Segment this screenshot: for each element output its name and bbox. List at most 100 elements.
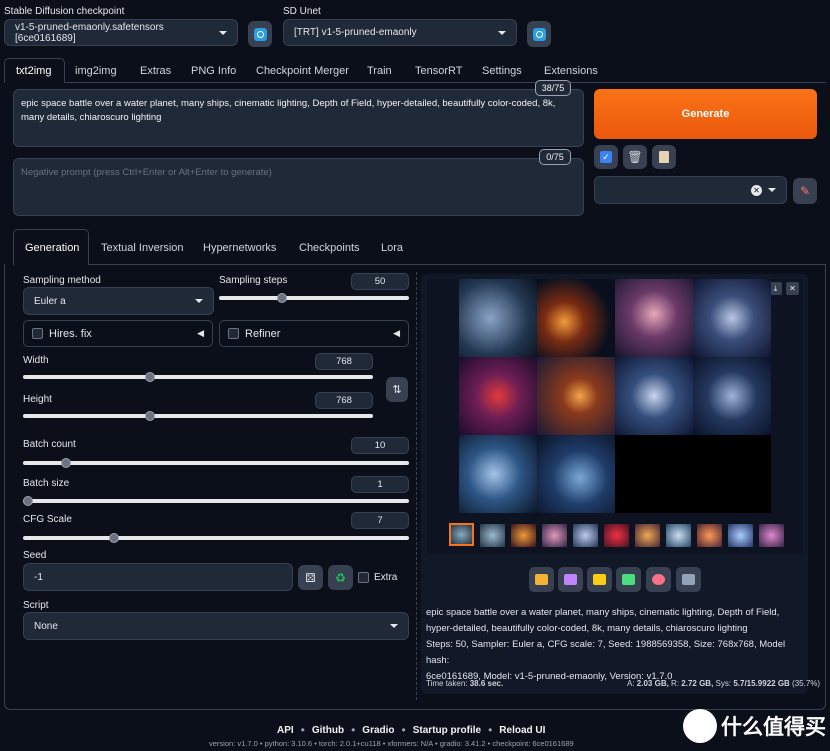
footer-link-github[interactable]: Github — [312, 725, 344, 736]
info-params-line: Steps: 50, Sampler: Euler a, CFG scale: … — [426, 639, 786, 666]
sampling-method-label: Sampling method — [23, 275, 101, 286]
checkpoint-select[interactable]: v1-5-pruned-emaonly.safetensors [6ce0161… — [4, 19, 238, 46]
subtab-checkpoints[interactable]: Checkpoints — [299, 242, 360, 254]
clipboard-icon — [659, 151, 669, 163]
sampling-steps-label: Sampling steps — [219, 275, 288, 286]
chevron-down-icon — [498, 30, 506, 35]
thumbnail[interactable] — [666, 524, 691, 547]
batch-size-label: Batch size — [23, 478, 70, 489]
unet-select[interactable]: [TRT] v1-5-pruned-emaonly — [283, 19, 517, 46]
send-to-img2img-button[interactable] — [616, 567, 641, 592]
refiner-checkbox[interactable] — [228, 328, 239, 339]
clear-icon[interactable]: ✕ — [751, 184, 762, 196]
generate-button[interactable]: Generate — [594, 89, 817, 139]
thumbnail[interactable] — [511, 524, 536, 547]
thumbnail[interactable] — [573, 524, 598, 547]
thumbnail[interactable] — [604, 524, 629, 547]
footer-link-api[interactable]: API — [277, 725, 294, 736]
width-input[interactable]: 768 — [315, 353, 373, 370]
subtab-textual-inversion[interactable]: Textual Inversion — [101, 242, 184, 254]
clear-prompt-button[interactable]: 🗑 — [623, 145, 647, 169]
footer-link-startup-profile[interactable]: Startup profile — [413, 725, 481, 736]
styles-select[interactable]: ✕ — [594, 176, 787, 204]
trash-icon: 🗑 — [627, 150, 643, 164]
thumbnail[interactable] — [449, 523, 474, 546]
thumbnail[interactable] — [480, 524, 505, 547]
random-seed-button[interactable]: ⚄ — [298, 565, 323, 590]
sampling-method-value: Euler a — [34, 295, 66, 307]
extra-checkbox-group[interactable]: Extra — [358, 572, 397, 583]
height-input[interactable]: 768 — [315, 392, 373, 409]
send-to-extras-button[interactable] — [676, 567, 701, 592]
folder-icon — [535, 574, 548, 585]
sampling-steps-input[interactable]: 50 — [351, 273, 409, 290]
slider-knob[interactable] — [60, 458, 71, 468]
thumbnail[interactable] — [542, 524, 567, 547]
tab-img2img[interactable]: img2img — [75, 65, 117, 77]
batch-size-input[interactable]: 1 — [351, 476, 409, 493]
tab-extensions[interactable]: Extensions — [544, 65, 598, 77]
hires-fix-accordion[interactable]: Hires. fix ◀ — [23, 320, 213, 347]
open-folder-button[interactable] — [529, 567, 554, 592]
tab-txt2img[interactable]: txt2img — [16, 65, 51, 77]
cfg-scale-label: CFG Scale — [23, 514, 72, 525]
triangle-ruler-icon — [682, 574, 695, 585]
output-grid-image[interactable] — [459, 279, 771, 513]
cfg-scale-slider[interactable] — [23, 533, 409, 543]
seed-value: -1 — [34, 571, 43, 583]
watermark-logo: 什么值得买 — [660, 706, 826, 746]
thumbnail[interactable] — [728, 524, 753, 547]
extra-checkbox[interactable] — [358, 572, 369, 583]
subtab-lora[interactable]: Lora — [381, 242, 403, 254]
hires-fix-label: Hires. fix — [49, 327, 92, 340]
refresh-unet-button[interactable] — [527, 21, 551, 47]
close-icon[interactable]: ✕ — [786, 282, 799, 295]
tab-train[interactable]: Train — [367, 65, 392, 77]
cfg-scale-input[interactable]: 7 — [351, 512, 409, 529]
seed-input[interactable]: -1 — [23, 563, 293, 591]
paste-button[interactable] — [652, 145, 676, 169]
slider-knob[interactable] — [23, 496, 33, 506]
tab-checkpoint-merger[interactable]: Checkpoint Merger — [256, 65, 349, 77]
width-slider[interactable] — [23, 372, 373, 382]
send-to-inpaint-button[interactable] — [646, 567, 671, 592]
batch-size-slider[interactable] — [23, 496, 409, 506]
footer-link-reload-ui[interactable]: Reload UI — [499, 725, 545, 736]
chevron-down-icon — [219, 30, 227, 35]
seed-label: Seed — [23, 550, 47, 561]
hires-fix-checkbox[interactable] — [32, 328, 43, 339]
reuse-seed-button[interactable]: ♻ — [328, 565, 353, 590]
tab-extras[interactable]: Extras — [140, 65, 171, 77]
archive-icon — [593, 574, 606, 585]
negative-prompt-input[interactable]: Negative prompt (press Ctrl+Enter or Alt… — [13, 158, 584, 216]
checkpoint-label: Stable Diffusion checkpoint — [4, 6, 125, 17]
zip-button[interactable] — [587, 567, 612, 592]
thumbnail[interactable] — [697, 524, 722, 547]
subtab-hypernetworks[interactable]: Hypernetworks — [203, 242, 276, 254]
batch-count-label: Batch count — [23, 439, 76, 450]
tab-png-info[interactable]: PNG Info — [191, 65, 236, 77]
refiner-accordion[interactable]: Refiner ◀ — [219, 320, 409, 347]
show-extra-networks-button[interactable]: ✓ — [594, 145, 618, 169]
slider-knob[interactable] — [276, 293, 287, 303]
thumbnail[interactable] — [759, 524, 784, 547]
subtab-generation[interactable]: Generation — [25, 242, 79, 254]
thumbnail[interactable] — [635, 524, 660, 547]
batch-count-slider[interactable] — [23, 458, 409, 468]
edit-styles-button[interactable]: ✎ — [793, 178, 817, 204]
batch-count-input[interactable]: 10 — [351, 437, 409, 454]
sampling-steps-slider[interactable] — [219, 293, 409, 303]
tab-settings[interactable]: Settings — [482, 65, 522, 77]
prompt-input[interactable]: epic space battle over a water planet, m… — [13, 89, 584, 147]
negative-token-counter: 0/75 — [539, 149, 571, 165]
save-button[interactable] — [558, 567, 583, 592]
image-icon — [622, 574, 635, 585]
sampling-method-select[interactable]: Euler a — [23, 287, 214, 315]
info-prompt-line: hyper-detailed, beautifully color-coded,… — [426, 623, 748, 634]
height-slider[interactable] — [23, 411, 373, 421]
footer-link-gradio[interactable]: Gradio — [362, 725, 394, 736]
swap-dimensions-button[interactable]: ⇅ — [386, 377, 408, 402]
tab-tensorrt[interactable]: TensorRT — [415, 65, 462, 77]
refresh-checkpoint-button[interactable] — [248, 21, 272, 47]
script-select[interactable]: None — [23, 612, 409, 640]
